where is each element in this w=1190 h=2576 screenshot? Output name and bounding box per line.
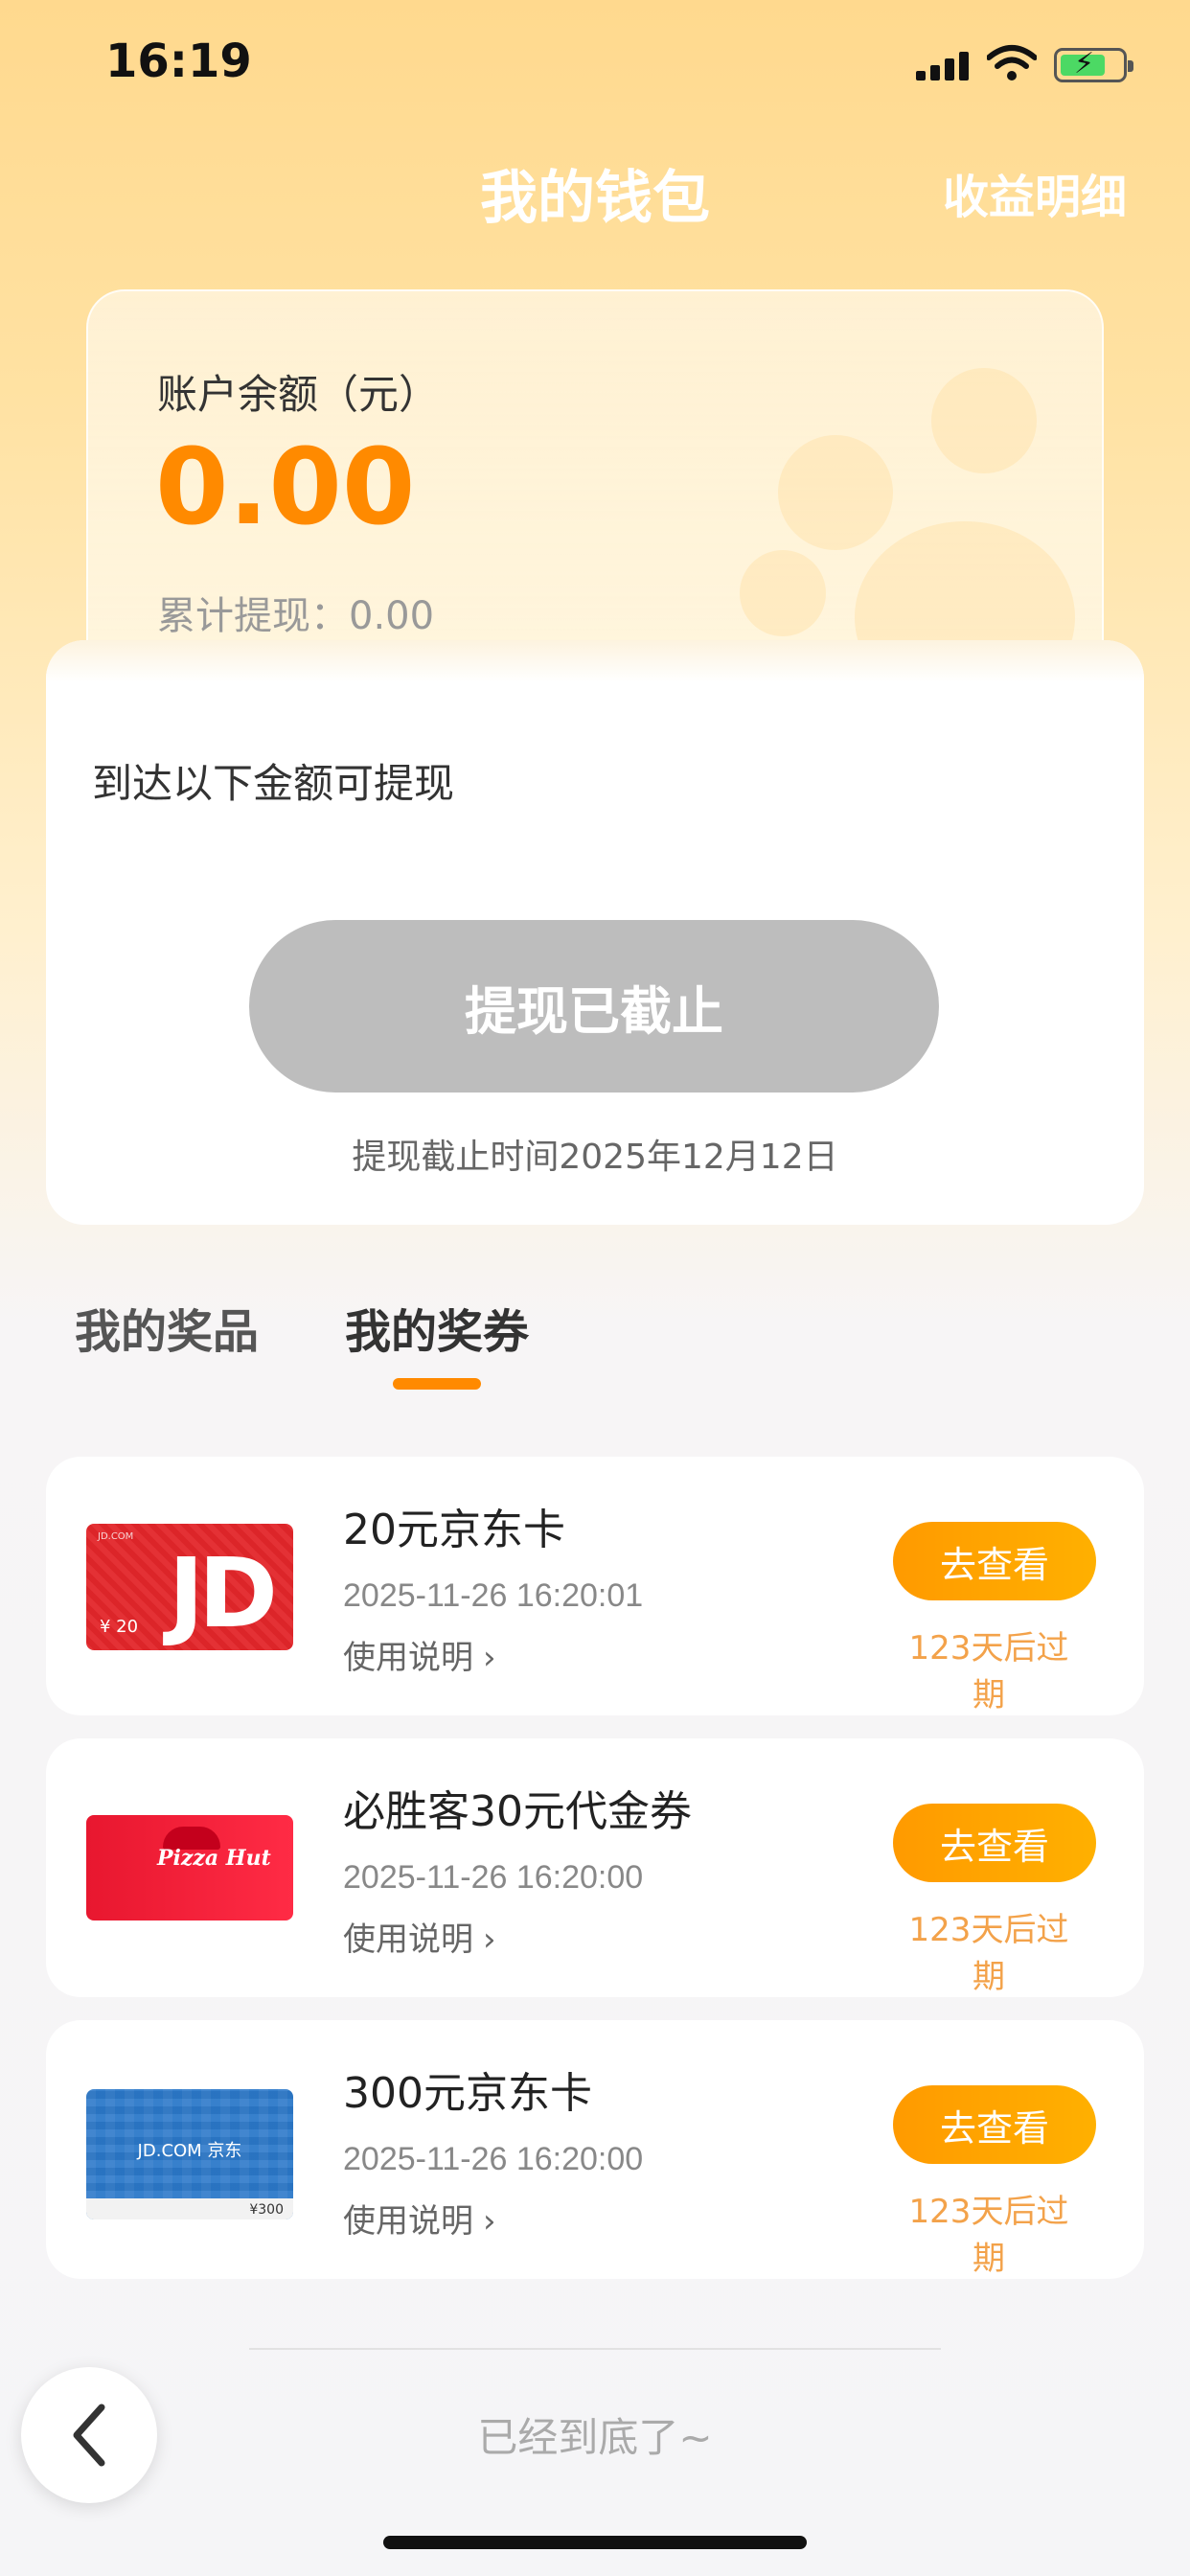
usage-label: 使用说明 [343, 2202, 473, 2241]
pizza-hut-logo: Pizza Hut [157, 1846, 271, 1871]
view-button[interactable]: 去查看 [893, 1804, 1096, 1882]
status-time: 16:19 [105, 34, 252, 88]
jd-logo: JD.COM 京东 [137, 2141, 242, 2161]
usage-instructions-link[interactable]: 使用说明 › [343, 2195, 496, 2242]
pizza-hut-voucher-thumbnail: Pizza Hut [86, 1815, 293, 1920]
back-button[interactable] [21, 2367, 157, 2503]
footer-divider [249, 2348, 941, 2350]
jd-logo: JD [168, 1537, 278, 1649]
jd-card-price: ¥ 20 [100, 1617, 139, 1637]
earnings-detail-link[interactable]: 收益明细 [943, 159, 1127, 226]
tab-my-coupons[interactable]: 我的奖券 [345, 1294, 529, 1361]
chevron-right-icon: › [483, 1920, 496, 1959]
coupon-card[interactable]: JD.COM 京东 ¥300 300元京东卡 2025-11-26 16:20:… [46, 2020, 1144, 2279]
end-of-list-text: 已经到底了~ [477, 2414, 713, 2461]
coupon-date: 2025-11-26 16:20:01 [343, 1577, 644, 1614]
coupon-date: 2025-11-26 16:20:00 [343, 1859, 644, 1896]
chevron-right-icon: › [483, 1639, 496, 1677]
usage-instructions-link[interactable]: 使用说明 › [343, 1913, 496, 1960]
withdraw-panel: 到达以下金额可提现 提现已截止 提现截止时间2025年12月12日 [46, 640, 1144, 1225]
coupon-title: 300元京东卡 [343, 2069, 592, 2118]
signal-icon [916, 52, 970, 80]
paw-decoration-icon [931, 368, 1037, 473]
coupon-card[interactable]: JD.COM JD ¥ 20 20元京东卡 2025-11-26 16:20:0… [46, 1457, 1144, 1715]
chevron-left-icon [73, 2404, 105, 2467]
usage-label: 使用说明 [343, 1920, 473, 1959]
chevron-right-icon: › [483, 2202, 496, 2241]
expiry-text: 123天后过期 [908, 2193, 1069, 2278]
paw-decoration-icon [778, 435, 893, 550]
usage-instructions-link[interactable]: 使用说明 › [343, 1631, 496, 1678]
total-withdrawn-value: 0.00 [349, 594, 435, 638]
withdraw-deadline: 提现截止时间2025年12月12日 [352, 1138, 838, 1177]
jd-card-thumbnail: JD.COM 京东 ¥300 [86, 2089, 293, 2220]
status-bar: 16:19 ⚡ [0, 0, 1190, 134]
view-button[interactable]: 去查看 [893, 1522, 1096, 1600]
tab-my-prizes[interactable]: 我的奖品 [75, 1294, 259, 1361]
usage-label: 使用说明 [343, 1639, 473, 1677]
wifi-icon [987, 45, 1037, 80]
coupon-date: 2025-11-26 16:20:00 [343, 2141, 644, 2177]
balance-amount: 0.00 [155, 426, 416, 548]
battery-charging-icon: ⚡ [1054, 47, 1133, 82]
coupon-card[interactable]: Pizza Hut 必胜客30元代金券 2025-11-26 16:20:00 … [46, 1738, 1144, 1997]
withdraw-button[interactable]: 提现已截止 [249, 920, 939, 1092]
jd-card-price: ¥300 [249, 2202, 284, 2218]
jd-card-thumbnail: JD.COM JD ¥ 20 [86, 1524, 293, 1650]
expiry-text: 123天后过期 [908, 1629, 1069, 1714]
view-button[interactable]: 去查看 [893, 2085, 1096, 2164]
active-tab-indicator [393, 1378, 481, 1390]
total-withdrawn-label: 累计提现： [157, 594, 349, 638]
balance-label: 账户余额（元） [157, 371, 440, 418]
withdraw-hint: 到达以下金额可提现 [92, 760, 455, 807]
total-withdrawn: 累计提现：0.00 [157, 585, 434, 640]
paw-decoration-icon [740, 550, 826, 636]
home-indicator [383, 2536, 807, 2549]
coupon-title: 20元京东卡 [343, 1506, 565, 1554]
coupon-title: 必胜客30元代金券 [343, 1787, 692, 1836]
expiry-text: 123天后过期 [908, 1911, 1069, 1996]
